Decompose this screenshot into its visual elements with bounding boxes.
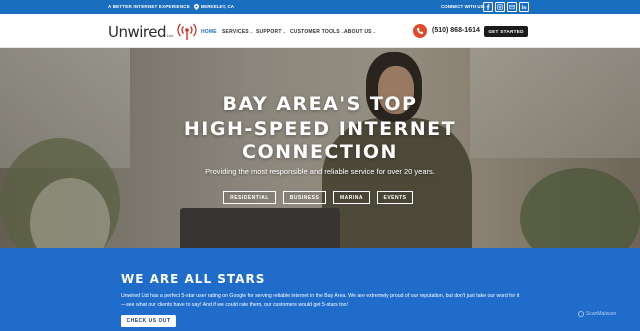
nav-services[interactable]: SERVICES⌄ [222,29,253,35]
get-started-button[interactable]: GET STARTED [484,26,528,37]
hero-title-line-3: CONNECTION [242,141,398,163]
logo-suffix: Ltd. [167,33,174,38]
location: BERKELEY, CA [194,3,235,10]
nav-support-label: SUPPORT [256,29,282,35]
phone-number[interactable]: (510) 868-1614 [432,27,480,34]
hero-section: BAY AREA'S TOP HIGH-SPEED INTERNET CONNE… [0,48,640,248]
hero-title-line-1: BAY AREA'S TOP [222,93,418,115]
events-button[interactable]: EVENTS [377,191,413,204]
nav-about-us-label: ABOUT US [344,29,372,35]
email-icon[interactable] [507,2,517,12]
phone-icon [413,24,427,38]
logo[interactable]: Unwired Ltd. [108,21,198,41]
nav-customer-tools[interactable]: CUSTOMER TOOLS⌄ [290,29,344,35]
watermark: ScanMalware [578,311,616,317]
nav-about-us[interactable]: ABOUT US⌄ [344,29,376,35]
instagram-icon[interactable] [495,2,505,12]
hero-subtitle: Providing the most responsible and relia… [205,167,435,176]
business-button[interactable]: BUSINESS [283,191,326,204]
chevron-down-icon: ⌄ [372,29,377,34]
section-paragraph: Unwired Ltd has a perfect 5-star user ra… [121,293,520,308]
nav-home[interactable]: HOME [201,29,217,35]
nav-home-label: HOME [201,29,217,35]
chevron-down-icon: ⌄ [249,29,254,34]
map-pin-icon [194,3,199,10]
nav-services-label: SERVICES [222,29,249,35]
chevron-down-icon: ⌄ [282,29,287,34]
logo-word: Unwired [108,23,167,41]
facebook-icon[interactable] [483,2,493,12]
watermark-label: ScanMalware [586,311,617,317]
all-stars-section: WE ARE ALL STARS Unwired Ltd has a perfe… [0,248,640,331]
check-us-out-button[interactable]: CHECK US OUT [121,315,176,327]
watermark-icon [578,311,584,317]
section-heading: WE ARE ALL STARS [121,272,266,286]
tagline: A BETTER INTERNET EXPERIENCE [108,4,190,9]
nav-customer-tools-label: CUSTOMER TOOLS [290,29,340,35]
top-bar: A BETTER INTERNET EXPERIENCE BERKELEY, C… [0,0,640,14]
residential-button[interactable]: RESIDENTIAL [223,191,276,204]
hero-title-line-2: HIGH-SPEED INTERNET [183,118,457,140]
marina-button[interactable]: MARINA [333,191,370,204]
location-label: BERKELEY, CA [201,4,235,9]
wireless-signal-icon [177,23,197,40]
main-nav: Unwired Ltd. HOME SERVICES⌄ SUPPORT⌄ CUS… [0,14,640,48]
linkedin-icon[interactable] [519,2,529,12]
nav-support[interactable]: SUPPORT⌄ [256,29,286,35]
connect-label: CONNECT WITH US: [441,4,485,9]
